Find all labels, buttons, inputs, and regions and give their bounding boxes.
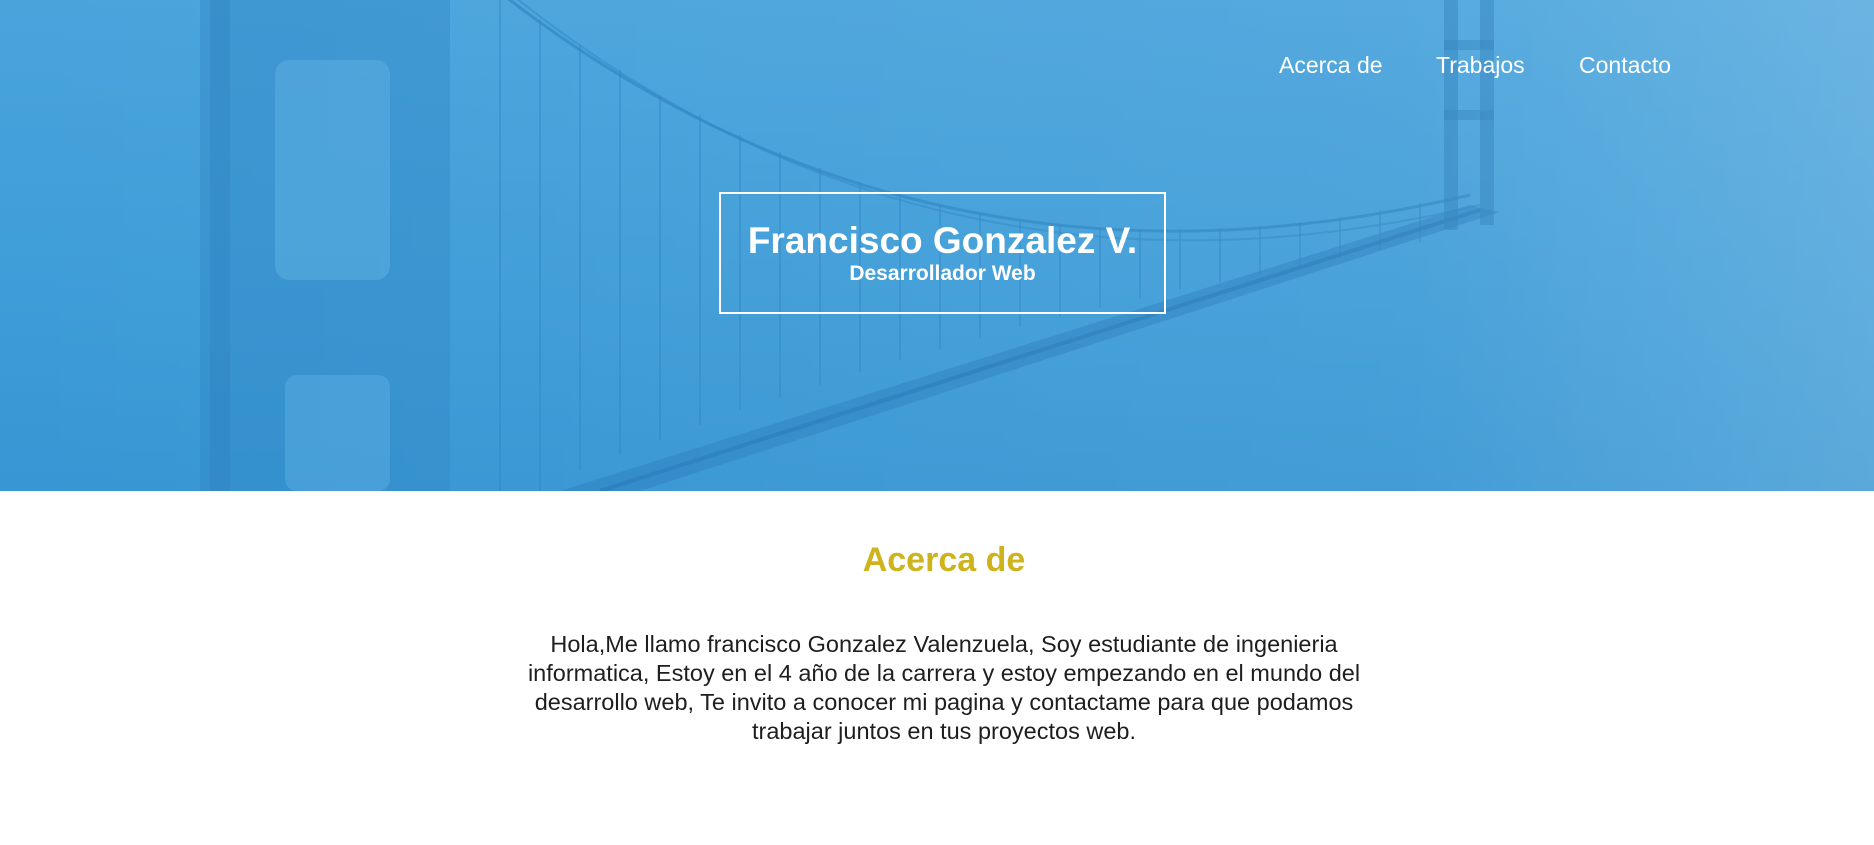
about-section: Acerca de Hola,Me llamo francisco Gonzal… — [0, 491, 1874, 845]
nav-link-contacto[interactable]: Contacto — [1579, 52, 1671, 79]
about-heading: Acerca de — [862, 541, 1026, 579]
page-title: Francisco Gonzalez V. — [747, 220, 1138, 261]
main-navigation: Acerca de Trabajos Contacto — [1250, 52, 1700, 82]
nav-link-trabajos[interactable]: Trabajos — [1436, 52, 1525, 79]
hero-banner: Acerca de Trabajos Contacto Francisco Go… — [0, 0, 1874, 491]
nav-link-acerca-de[interactable]: Acerca de — [1279, 52, 1383, 79]
hero-title-box: Francisco Gonzalez V. Desarrollador Web — [719, 192, 1166, 314]
page-subtitle: Desarrollador Web — [849, 262, 1036, 285]
about-paragraph: Hola,Me llamo francisco Gonzalez Valenzu… — [527, 631, 1361, 744]
